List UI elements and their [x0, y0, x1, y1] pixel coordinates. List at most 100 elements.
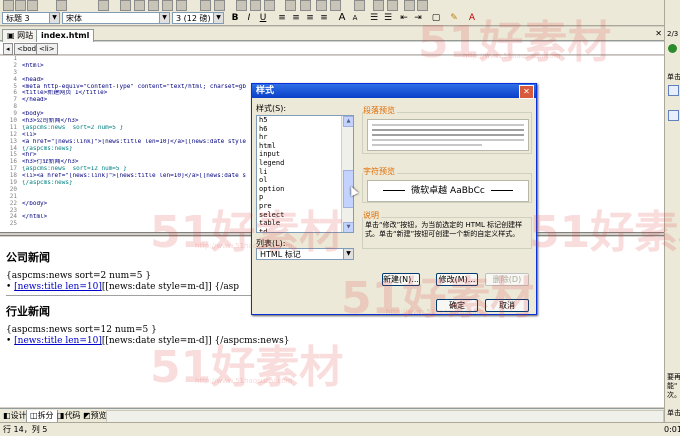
delete-style-button[interactable]: 删除(D) [485, 273, 529, 286]
heading-style-select[interactable]: 标题 3 ▼ [2, 12, 60, 24]
close-icon[interactable]: ✕ [519, 85, 534, 99]
list-select[interactable]: HTML 标记 ▼ [256, 248, 354, 260]
description-text: 单击“修改”按钮，为当前选定的 HTML 标记创建样式。单击“新建”按钮可创建一… [365, 221, 523, 238]
highlight-icon[interactable]: ✎ [448, 12, 460, 24]
design-news-link-2[interactable]: [news:title len=10] [14, 336, 102, 346]
split-view-icon: ◫ [30, 411, 38, 420]
new-icon[interactable] [3, 0, 14, 11]
layout-icon[interactable] [387, 0, 398, 11]
tab-index-html-label: index.html [41, 31, 90, 40]
close-icon[interactable]: ✕ [655, 29, 662, 38]
style-list-item[interactable]: option [257, 185, 353, 194]
style-list-item[interactable]: table [257, 219, 353, 228]
layer-icon[interactable] [250, 0, 261, 11]
paragraph-preview-title: 段落预览 [363, 105, 397, 116]
increase-font-button[interactable]: A [336, 12, 348, 24]
style-list-item[interactable]: html [257, 142, 353, 151]
tab-index-html[interactable]: index.html [36, 29, 95, 42]
font-family-select[interactable]: 宋体 ▼ [62, 12, 170, 24]
style-list-item[interactable]: legend [257, 159, 353, 168]
undo-icon[interactable] [200, 0, 211, 11]
scroll-up-icon[interactable]: ▲ [343, 116, 353, 127]
picture-icon[interactable] [264, 0, 275, 11]
web-component-icon[interactable] [316, 0, 327, 11]
bullet-list-icon[interactable]: ☰ [382, 12, 394, 24]
style-list-item[interactable]: hr [257, 133, 353, 142]
design-heading-company-news: 公司新闻 [6, 251, 50, 264]
tab-code-label: 代码 [64, 411, 81, 420]
align-center-icon[interactable]: ≡ [290, 12, 302, 24]
redo-icon[interactable] [214, 0, 225, 11]
styles-scrollbar[interactable]: ▲ ▼ [341, 116, 353, 232]
font-family-value: 宋体 [66, 14, 82, 23]
style-list-item[interactable]: li [257, 168, 353, 177]
styles-label: 样式(S): [256, 104, 287, 113]
task-pane: 2/3 单击 要再 能" 次。 单击 [664, 0, 680, 422]
cancel-button[interactable]: 取消 [485, 299, 529, 312]
indent-icon[interactable]: ⇥ [412, 12, 424, 24]
code-line[interactable] [22, 56, 664, 63]
html-tag-icon[interactable] [354, 0, 365, 11]
style-list-item[interactable]: ol [257, 176, 353, 185]
spell-check-icon[interactable] [120, 0, 131, 11]
italic-button[interactable]: I [243, 12, 255, 24]
style-list-item[interactable]: td [257, 228, 353, 232]
style-list-item[interactable]: select [257, 211, 353, 220]
style-list-item[interactable]: input [257, 150, 353, 159]
justify-icon[interactable]: ≡ [318, 12, 330, 24]
preview-icon[interactable] [98, 0, 109, 11]
quick-tag-selector: ◂ <body> <li> [0, 42, 664, 55]
styles-listbox[interactable]: h5 h6 hr html input legend li ol option p pre selec… [256, 115, 354, 233]
decrease-font-button[interactable]: A [349, 12, 361, 24]
code-view-icon: ◨ [57, 411, 65, 420]
code-line[interactable]: <html> [22, 63, 664, 70]
border-icon[interactable]: ▢ [430, 12, 442, 24]
next-icon[interactable] [668, 44, 677, 53]
bookmark-icon[interactable] [404, 0, 415, 11]
tab-website[interactable]: ▣ 网站 [2, 29, 39, 42]
copy-icon[interactable] [148, 0, 159, 11]
outdent-icon[interactable]: ⇤ [398, 12, 410, 24]
document-icon[interactable] [668, 110, 679, 121]
code-line[interactable] [22, 70, 664, 77]
tab-split-label: 拆分 [37, 411, 54, 420]
design-news-link-1[interactable]: [news:title len=10] [14, 282, 102, 292]
image-icon[interactable] [300, 0, 311, 11]
align-left-icon[interactable]: ≡ [276, 12, 288, 24]
chevron-down-icon: ▼ [159, 13, 169, 23]
scroll-down-icon[interactable]: ▼ [343, 222, 353, 232]
tag-li[interactable]: <li> [36, 43, 58, 55]
open-icon[interactable] [15, 0, 26, 11]
document-icon[interactable] [668, 85, 679, 96]
heading-style-value: 标题 3 [6, 14, 30, 23]
ok-button[interactable]: 确定 [436, 299, 478, 312]
underline-button[interactable]: U [257, 12, 269, 24]
paste-icon[interactable] [162, 0, 173, 11]
paragraph-preview-group: 段落预览 [362, 105, 532, 154]
hyperlink-icon[interactable] [285, 0, 296, 11]
format-painter-icon[interactable] [176, 0, 187, 11]
design-view-icon: ◧ [3, 411, 11, 420]
new-style-button[interactable]: 新建(N)... [382, 273, 420, 286]
chart-icon[interactable] [373, 0, 384, 11]
style-list-item[interactable]: p [257, 193, 353, 202]
bold-button[interactable]: B [229, 12, 241, 24]
table-icon[interactable] [236, 0, 247, 11]
toggle-icon[interactable] [330, 0, 341, 11]
tab-preview-label: 预览 [90, 411, 107, 420]
dialog-titlebar[interactable]: 样式 ✕ [252, 84, 536, 99]
print-icon[interactable] [56, 0, 67, 11]
character-preview-text: 微软卓越 AaBbCc [411, 186, 485, 196]
modify-style-button[interactable]: 修改(M)... [436, 273, 478, 286]
font-size-select[interactable]: 3 (12 磅) ▼ [172, 12, 224, 24]
cut-icon[interactable] [134, 0, 145, 11]
font-color-icon[interactable]: A [466, 12, 478, 24]
style-list-item[interactable]: h6 [257, 125, 353, 134]
save-icon[interactable] [27, 0, 38, 11]
style-list-item[interactable]: pre [257, 202, 353, 211]
align-right-icon[interactable]: ≡ [304, 12, 316, 24]
arrow-left-icon[interactable]: ◂ [3, 43, 13, 55]
style-list-item[interactable]: h5 [257, 116, 353, 125]
numbered-list-icon[interactable]: ☰ [368, 12, 380, 24]
help-icon[interactable] [417, 0, 428, 11]
